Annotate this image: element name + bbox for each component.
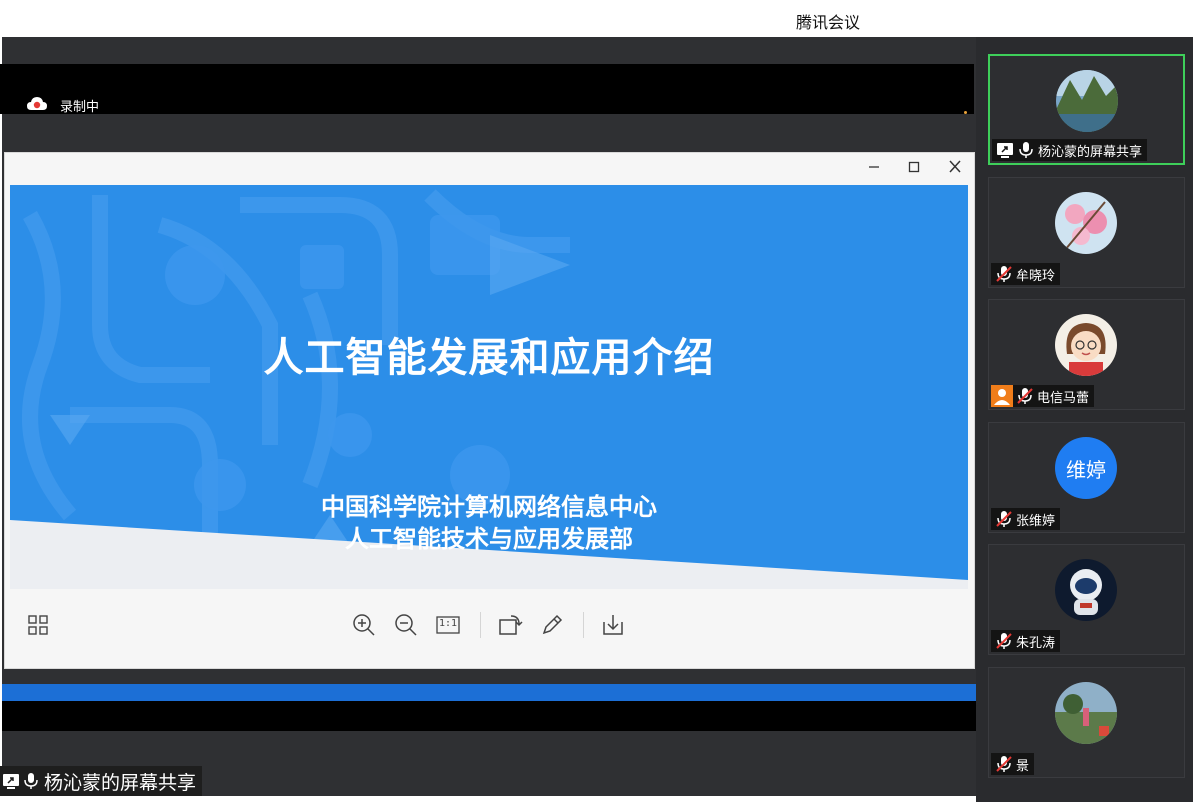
maximize-icon[interactable]: [903, 157, 925, 177]
zoom-in-icon[interactable]: [351, 612, 377, 638]
participant-tile[interactable]: 朱孔涛: [988, 544, 1185, 655]
app-title: 腾讯会议: [796, 13, 861, 32]
microphone-icon: [1017, 141, 1035, 159]
participant-avatar: [1056, 70, 1118, 132]
microphone-muted-icon: [995, 510, 1013, 528]
microphone-muted-icon: [1016, 387, 1034, 405]
participant-name: 电信马蕾: [1037, 390, 1090, 406]
participant-name: 杨沁蒙的屏幕共享: [1038, 144, 1143, 160]
participant-nameplate: 杨沁蒙的屏幕共享: [992, 139, 1148, 161]
screen-share-icon: [996, 141, 1014, 159]
participant-avatar: [1055, 314, 1117, 376]
participant-avatar: [1055, 559, 1117, 621]
participant-avatar: [1055, 192, 1117, 254]
recording-dot: [964, 111, 967, 114]
participant-name: 景: [1016, 758, 1030, 774]
host-badge-icon: [991, 385, 1013, 407]
participant-name: 朱孔涛: [1016, 635, 1056, 651]
participant-avatar: [1055, 682, 1117, 744]
cloud-record-icon: [26, 96, 48, 112]
download-icon[interactable]: [600, 612, 626, 638]
screen-share-label: 杨沁蒙的屏幕共享: [0, 766, 203, 796]
toolbar-separator: [480, 612, 481, 638]
participant-tile[interactable]: 电信马蕾: [988, 299, 1185, 410]
title-bar: [0, 0, 1193, 37]
participant-tile[interactable]: 景: [988, 667, 1185, 778]
participant-name: 牟晓玲: [1016, 268, 1056, 284]
rotate-icon[interactable]: [497, 612, 523, 638]
grid-icon[interactable]: [25, 612, 51, 638]
microphone-muted-icon: [995, 265, 1013, 283]
close-icon[interactable]: [944, 157, 966, 177]
presentation-slide: 人工智能发展和应用介绍 中国科学院计算机网络信息中心 人工智能技术与应用发展部: [10, 185, 968, 589]
slide-title: 人工智能发展和应用介绍: [263, 335, 715, 381]
slide-organization-line2: 人工智能技术与应用发展部: [345, 525, 633, 553]
toolbar-separator: [583, 612, 584, 638]
participant-nameplate: 朱孔涛: [991, 630, 1061, 652]
participant-tile[interactable]: 维婷 张维婷: [988, 422, 1185, 533]
participant-nameplate: 牟晓玲: [991, 263, 1061, 285]
slide-organization-line1: 中国科学院计算机网络信息中心: [321, 493, 657, 521]
participant-name: 张维婷: [1016, 513, 1056, 529]
microphone-muted-icon: [995, 632, 1013, 650]
participant-nameplate: 景: [991, 753, 1035, 775]
bottom-edge: [0, 796, 976, 802]
actual-size-label: 1:1: [438, 618, 458, 629]
screen-share-name: 杨沁蒙的屏幕共享: [44, 771, 197, 794]
participant-tile[interactable]: 牟晓玲: [988, 177, 1185, 288]
microphone-muted-icon: [995, 755, 1013, 773]
actual-size-icon[interactable]: 1:1: [435, 612, 461, 638]
viewer-toolbar: 1:1: [10, 592, 968, 662]
recording-strip: [0, 64, 974, 114]
taskbar-strip: [2, 684, 976, 701]
microphone-icon: [22, 772, 40, 790]
screen-share-icon: [2, 772, 20, 790]
participant-nameplate: 电信马蕾: [991, 385, 1095, 407]
minimize-icon[interactable]: [863, 157, 885, 177]
participant-tile[interactable]: 杨沁蒙的屏幕共享: [988, 54, 1185, 165]
letterbox-strip: [2, 701, 976, 731]
pen-icon[interactable]: [539, 612, 565, 638]
participant-avatar: 维婷: [1055, 437, 1117, 499]
participant-nameplate: 张维婷: [991, 508, 1061, 530]
participant-avatar-text: 维婷: [1066, 457, 1106, 482]
zoom-out-icon[interactable]: [393, 612, 419, 638]
recording-label: 录制中: [60, 100, 100, 115]
